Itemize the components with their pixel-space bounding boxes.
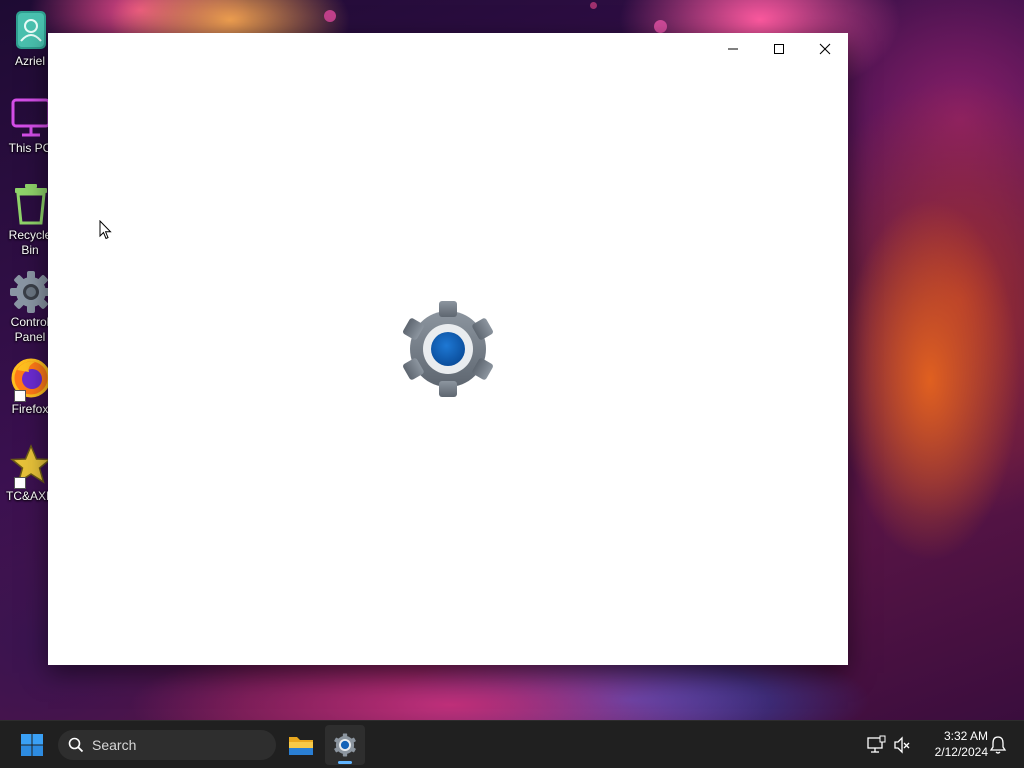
mouse-cursor-icon — [99, 219, 113, 240]
taskbar-clock[interactable]: 3:32 AM 2/12/2024 — [918, 728, 988, 760]
taskbar-search-box[interactable]: Search — [58, 730, 276, 760]
network-icon[interactable] — [866, 735, 886, 755]
windows-logo-icon — [21, 734, 43, 756]
desktop-icon-label: Azriel — [14, 54, 45, 68]
settings-splash-gear-icon — [398, 301, 498, 397]
notifications-icon[interactable] — [988, 735, 1008, 755]
desktop-icon-label: Control Panel — [10, 315, 50, 344]
maximize-button[interactable] — [756, 33, 802, 65]
volume-muted-icon[interactable] — [892, 735, 912, 755]
desktop-icon-label: Recycle Bin — [8, 228, 52, 257]
firefox-icon — [8, 356, 52, 402]
desktop-icon-label: Firefox — [11, 402, 49, 416]
control-panel-icon — [8, 269, 52, 313]
minimize-icon — [728, 48, 738, 50]
search-icon — [68, 737, 84, 753]
desktop-icon-label: This PC — [8, 141, 52, 155]
shortcut-arrow-icon — [14, 477, 26, 489]
clock-date: 2/12/2024 — [934, 745, 988, 759]
close-button[interactable] — [802, 33, 848, 65]
close-icon — [819, 43, 831, 55]
user-folder-icon — [8, 8, 52, 52]
monitor-icon — [8, 95, 52, 139]
wallpaper-bubble — [324, 10, 336, 22]
clock-time: 3:32 AM — [943, 729, 988, 743]
start-button[interactable] — [12, 725, 52, 765]
minimize-button[interactable] — [710, 33, 756, 65]
settings-window[interactable] — [48, 33, 848, 665]
maximize-icon — [774, 44, 784, 54]
star-icon — [8, 443, 53, 489]
folder-icon — [289, 737, 313, 755]
shortcut-arrow-icon — [14, 390, 26, 402]
search-placeholder: Search — [92, 737, 137, 753]
wallpaper-bubble — [590, 2, 597, 9]
wallpaper-bubble — [654, 20, 667, 33]
taskbar: Search 3:32 AM 2/12/2024 — [0, 720, 1024, 768]
recycle-bin-icon — [8, 182, 52, 226]
gear-icon — [334, 733, 356, 757]
active-app-indicator — [338, 761, 352, 764]
taskbar-settings[interactable] — [325, 725, 365, 765]
desktop-icon-label: TC&AXE — [5, 489, 54, 503]
taskbar-file-explorer[interactable] — [281, 725, 321, 765]
